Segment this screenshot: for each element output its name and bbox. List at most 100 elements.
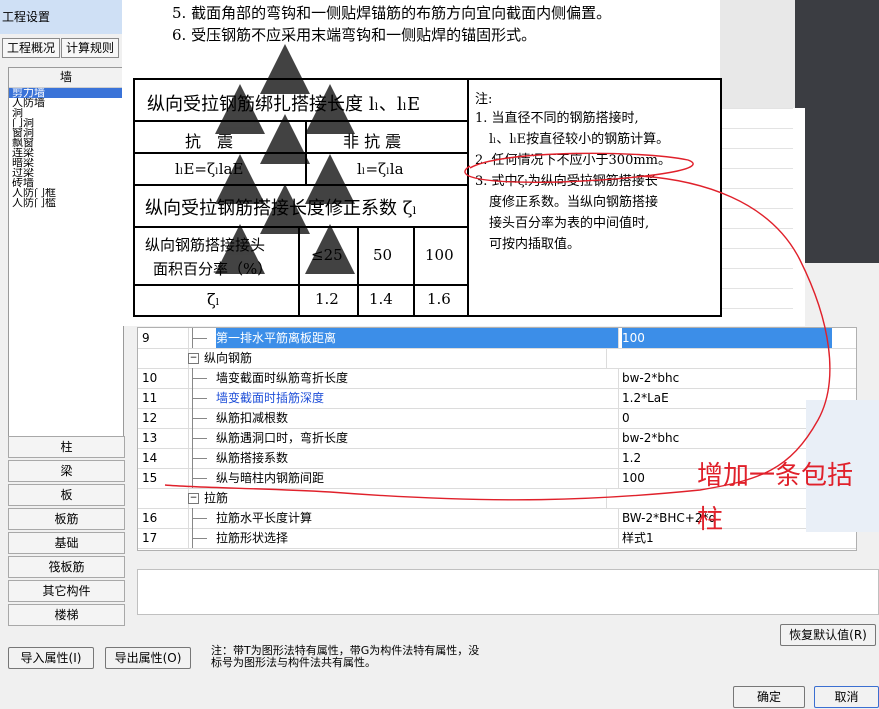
- category-button[interactable]: 其它构件: [8, 580, 125, 602]
- property-name: 纵与暗柱内钢筋间距: [216, 468, 619, 488]
- property-name: 拉筋水平长度计算: [216, 508, 619, 528]
- row-number: 15: [138, 468, 189, 488]
- property-name: 纵筋扣减根数: [216, 408, 619, 428]
- tree-item[interactable]: 过梁: [9, 168, 123, 178]
- scrollbar[interactable]: [793, 108, 805, 326]
- property-value[interactable]: bw-2*bhc: [622, 428, 832, 448]
- property-name: 墙变截面时纵筋弯折长度: [216, 368, 619, 388]
- zeta-25: 1.2: [315, 290, 339, 308]
- row-number: 11: [138, 388, 189, 408]
- property-name: 纵筋搭接系数: [216, 448, 619, 468]
- tree-item[interactable]: 飘窗: [9, 138, 123, 148]
- table-title-lap-length: 纵向受拉钢筋绑扎搭接长度 lₗ、lₗE: [147, 94, 421, 115]
- row-number: 14: [138, 448, 189, 468]
- tree-item[interactable]: 人防墙: [9, 98, 123, 108]
- category-button[interactable]: 板: [8, 484, 125, 506]
- tree-item[interactable]: 剪力墙: [9, 88, 123, 98]
- category-button[interactable]: 板筋: [8, 508, 125, 530]
- tree-item[interactable]: 门洞: [9, 118, 123, 128]
- category-buttons: 柱梁板板筋 基础 筏板筋 其它构件 楼梯: [8, 436, 125, 628]
- formula-non-seismic: lₗ=ζₗla: [357, 160, 404, 178]
- row-number: 16: [138, 508, 189, 528]
- attribute-hint: 注：带T为图形法特有属性，带G为构件法特有属性，没标号为图形法与构件法共有属性。: [211, 644, 480, 669]
- pct-50: 50: [373, 246, 393, 264]
- formula-seismic: lₗE=ζₗlaE: [175, 160, 244, 178]
- ok-button[interactable]: 确定: [733, 686, 805, 708]
- collapse-icon[interactable]: −: [188, 493, 199, 504]
- table-row[interactable]: 13 纵筋遇洞口时，弯折长度 bw-2*bhc: [138, 428, 856, 449]
- tree-header-wall[interactable]: 墙: [9, 68, 123, 88]
- tab-project-overview[interactable]: 工程概况: [2, 38, 60, 58]
- row-number: 17: [138, 528, 189, 548]
- seismic-header: 抗 震: [185, 132, 234, 151]
- note-line: 1. 当直径不同的钢筋搭接时,: [475, 111, 639, 126]
- export-properties-button[interactable]: 导出属性(O): [105, 647, 191, 669]
- property-name: 纵向钢筋: [204, 348, 607, 368]
- table-title-correction: 纵向受拉钢筋搭接长度修正系数 ζₗ: [145, 198, 417, 219]
- note-line: 2. 任何情况下不应小于300mm。: [475, 153, 672, 168]
- tree-list: 剪力墙 人防墙洞门洞 窗洞 飘窗 连梁 暗梁 过梁 砖墙 人防门框 人防门槛: [9, 88, 123, 208]
- row-number: 9: [138, 328, 189, 348]
- property-value[interactable]: bw-2*bhc: [622, 368, 832, 388]
- table-row[interactable]: 10 墙变截面时纵筋弯折长度 bw-2*bhc: [138, 368, 856, 389]
- component-tree: 墙 剪力墙 人防墙洞门洞 窗洞 飘窗 连梁 暗梁 过梁 砖墙 人防门框 人防门槛: [8, 67, 124, 439]
- property-value[interactable]: 1.2*LaE: [622, 388, 832, 408]
- note-line: 3. 式中ζₗ为纵向受拉钢筋搭接长: [475, 174, 658, 189]
- tree-item[interactable]: 人防门槛: [9, 198, 123, 208]
- row-number: [138, 488, 189, 508]
- category-button[interactable]: 柱: [8, 436, 125, 458]
- property-name: 第一排水平筋离板距离: [216, 328, 619, 348]
- table-row[interactable]: 12 纵筋扣减根数 0: [138, 408, 856, 429]
- pct-25: ≤25: [311, 246, 343, 264]
- area-label-line1: 纵向钢筋搭接接头: [145, 236, 266, 254]
- property-name: 纵筋遇洞口时，弯折长度: [216, 428, 619, 448]
- category-button[interactable]: 筏板筋: [8, 556, 125, 578]
- row-number: 12: [138, 408, 189, 428]
- doc-line-5: 5. 截面角部的弯钩和一侧贴焊锚筋的布筋方向宜向截面内侧偏置。: [172, 4, 612, 22]
- tab-calc-rules[interactable]: 计算规则: [61, 38, 119, 58]
- annotation-line2: 柱: [697, 505, 724, 535]
- cancel-button[interactable]: 取消: [814, 686, 879, 708]
- tree-item[interactable]: 暗梁: [9, 158, 123, 168]
- tree-item[interactable]: 洞: [9, 108, 123, 118]
- tree-item[interactable]: 连梁: [9, 148, 123, 158]
- window-title: 工程设置: [0, 0, 127, 34]
- note-line: lₗ、lₗE按直径较小的钢筋计算。: [489, 132, 670, 147]
- non-seismic-header: 非 抗 震: [343, 132, 402, 151]
- lap-length-table: 纵向受拉钢筋绑扎搭接长度 lₗ、lₗE 抗 震 非 抗 震 lₗE=ζₗlaE …: [133, 78, 722, 317]
- zeta-50: 1.4: [369, 290, 393, 308]
- category-button[interactable]: 楼梯: [8, 604, 125, 626]
- restore-defaults-button[interactable]: 恢复默认值(R): [780, 624, 876, 646]
- category-button[interactable]: 梁: [8, 460, 125, 482]
- table-row[interactable]: 11 墙变截面时插筋深度 1.2*LaE: [138, 388, 856, 409]
- tree-item[interactable]: 人防门框: [9, 188, 123, 198]
- notes-title: 注:: [475, 92, 493, 107]
- doc-line-6: 6. 受压钢筋不应采用末端弯钩和一侧贴焊的锚固形式。: [172, 26, 537, 44]
- annotation-line1: 增加一条包括: [697, 461, 854, 491]
- property-value[interactable]: [622, 348, 832, 368]
- tree-item[interactable]: 砖墙: [9, 178, 123, 188]
- collapse-icon[interactable]: −: [188, 353, 199, 364]
- property-name: 拉筋形状选择: [216, 528, 619, 548]
- zeta-symbol: ζₗ: [207, 290, 220, 309]
- note-line: 接头百分率为表的中间值时,: [489, 216, 650, 231]
- row-number: 10: [138, 368, 189, 388]
- tree-item[interactable]: 窗洞: [9, 128, 123, 138]
- property-value[interactable]: 0: [622, 408, 832, 428]
- property-value[interactable]: 100: [622, 328, 832, 348]
- category-button[interactable]: 基础: [8, 532, 125, 554]
- annotation-text: 增加一条包括 柱: [697, 454, 853, 542]
- area-label-line2: 面积百分率（%）: [153, 260, 273, 278]
- table-row[interactable]: 9 第一排水平筋离板距离 100: [138, 328, 856, 349]
- table-row[interactable]: − 纵向钢筋: [138, 348, 856, 369]
- note-line: 度修正系数。当纵向钢筋搭接: [489, 195, 659, 210]
- note-line: 可按内插取值。: [489, 237, 581, 252]
- notes: 1. 当直径不同的钢筋搭接时, lₗ、lₗE按直径较小的钢筋计算。 2. 任何情况下…: [475, 108, 671, 255]
- row-number: [138, 348, 189, 368]
- property-name: 拉筋: [204, 488, 607, 508]
- pct-100: 100: [425, 246, 454, 264]
- row-number: 13: [138, 428, 189, 448]
- zeta-100: 1.6: [427, 290, 451, 308]
- property-name: 墙变截面时插筋深度: [216, 388, 619, 408]
- import-properties-button[interactable]: 导入属性(I): [8, 647, 94, 669]
